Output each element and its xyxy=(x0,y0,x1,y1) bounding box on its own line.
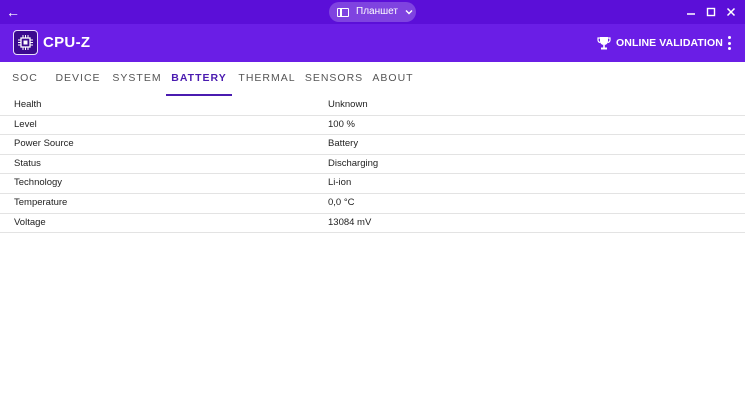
table-row: Health Unknown xyxy=(0,96,745,116)
tab-thermal[interactable]: THERMAL xyxy=(236,62,298,96)
tab-sensors[interactable]: SENSORS xyxy=(304,62,364,96)
online-validation-label: ONLINE VALIDATION xyxy=(616,37,723,49)
app-bar: CPU-Z ONLINE VALIDATION xyxy=(0,24,745,62)
table-row: Power Source Battery xyxy=(0,135,745,155)
row-label: Power Source xyxy=(14,138,74,150)
tab-device[interactable]: DEVICE xyxy=(52,62,104,96)
back-arrow-icon[interactable]: ← xyxy=(6,3,20,21)
row-label: Health xyxy=(14,99,42,110)
cpu-chip-icon xyxy=(13,30,38,55)
tab-bar: SOC DEVICE SYSTEM BATTERY THERMAL SENSOR… xyxy=(0,62,745,96)
minimize-icon[interactable] xyxy=(683,3,699,21)
tab-soc[interactable]: SOC xyxy=(8,62,42,96)
chevron-down-icon xyxy=(405,10,413,15)
battery-info-table: Health Unknown Level 100 % Power Source … xyxy=(0,96,745,234)
window-mode-label: Планшет xyxy=(356,6,398,17)
row-value: Unknown xyxy=(328,99,368,110)
row-label: Status xyxy=(14,157,41,169)
row-label: Technology xyxy=(14,177,63,189)
row-value: 100 % xyxy=(328,118,355,130)
table-row: Technology Li-ion xyxy=(0,174,745,194)
tablet-icon xyxy=(337,7,349,17)
online-validation-button[interactable]: ONLINE VALIDATION xyxy=(596,33,723,53)
row-label: Temperature xyxy=(14,196,68,208)
table-row: Level 100 % xyxy=(0,116,745,136)
row-value: Battery xyxy=(328,138,359,150)
row-value: 13084 mV xyxy=(328,216,372,228)
window-mode-dropdown[interactable]: Планшет xyxy=(329,2,416,22)
window-caption-bar: ← Планшет xyxy=(0,0,745,24)
row-value: Discharging xyxy=(328,157,379,169)
tab-system[interactable]: SYSTEM xyxy=(110,62,164,96)
table-row: Status Discharging xyxy=(0,155,745,175)
tab-about[interactable]: ABOUT xyxy=(370,62,416,96)
table-row: Temperature 0,0 °C xyxy=(0,194,745,214)
close-icon[interactable] xyxy=(723,3,739,21)
app-title: CPU-Z xyxy=(43,34,91,51)
trophy-icon xyxy=(597,37,611,50)
row-value: Li-ion xyxy=(328,177,352,189)
table-row: Voltage 13084 mV xyxy=(0,214,745,234)
tab-battery[interactable]: BATTERY xyxy=(166,62,232,96)
row-label: Voltage xyxy=(14,216,46,228)
maximize-icon[interactable] xyxy=(703,3,719,21)
more-vert-icon[interactable] xyxy=(722,34,736,52)
row-label: Level xyxy=(14,118,37,130)
row-value: 0,0 °C xyxy=(328,196,355,208)
